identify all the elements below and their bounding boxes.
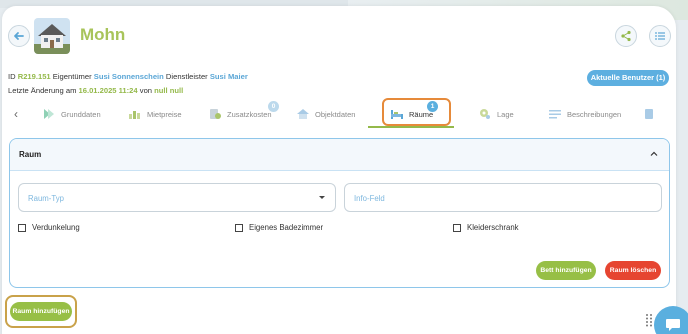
checkbox-box[interactable] bbox=[18, 223, 26, 232]
tab-objektdaten[interactable]: Objektdaten bbox=[296, 106, 355, 122]
objektdaten-icon bbox=[297, 109, 309, 119]
arrow-left-icon bbox=[14, 32, 24, 40]
provider-label: Dienstleister bbox=[165, 72, 208, 81]
owner-label: Eigentümer bbox=[52, 72, 92, 81]
provider-value[interactable]: Susi Maier bbox=[210, 72, 248, 81]
id-value: R219.151 bbox=[17, 72, 51, 81]
add-room-highlight: Raum hinzufügen bbox=[5, 295, 77, 328]
owner-value[interactable]: Susi Sonnenschein bbox=[94, 72, 164, 81]
info-field-input[interactable]: Info-Feld bbox=[344, 183, 662, 212]
add-room-button[interactable]: Raum hinzufügen bbox=[10, 302, 72, 321]
checkbox-box[interactable] bbox=[235, 223, 243, 232]
share-icon bbox=[621, 30, 631, 42]
beschreibungen-icon bbox=[549, 110, 561, 119]
by-value: null null bbox=[154, 86, 184, 95]
by-label: von bbox=[139, 86, 153, 95]
back-button[interactable] bbox=[8, 25, 30, 47]
tab-mietpreise[interactable]: Mietpreise bbox=[128, 106, 182, 122]
current-users-button[interactable]: Aktuelle Benutzer (1) bbox=[587, 70, 669, 86]
add-bed-button[interactable]: Bett hinzufügen bbox=[536, 261, 596, 280]
tab-bar: Grunddaten Mietpreise Zusatzkosten 0 Obj… bbox=[8, 100, 670, 128]
drag-handle-icon[interactable] bbox=[645, 313, 653, 327]
room-type-select[interactable]: Raum-Typ bbox=[18, 183, 336, 212]
checkbox-verdunkelung[interactable]: Verdunkelung bbox=[18, 223, 80, 232]
room-panel: Raum Raum-Typ Info-Feld Verdunkelung Eig… bbox=[9, 138, 670, 288]
info-field-placeholder: Info-Feld bbox=[354, 194, 385, 203]
last-change-value: 16.01.2025 11:24 bbox=[78, 86, 138, 95]
list-button[interactable] bbox=[649, 25, 671, 47]
checkbox-eigenes-badezimmer[interactable]: Eigenes Badezimmer bbox=[235, 223, 323, 232]
list-icon bbox=[655, 32, 665, 40]
active-tab-indicator bbox=[368, 126, 454, 128]
chevron-up-icon[interactable] bbox=[649, 149, 659, 159]
grunddaten-icon bbox=[44, 109, 54, 119]
chat-icon bbox=[666, 319, 680, 331]
zusatzkosten-icon bbox=[210, 109, 221, 119]
last-change-meta: Letzte Änderung am 16.01.2025 11:24 von … bbox=[8, 86, 183, 95]
room-type-placeholder: Raum-Typ bbox=[28, 194, 64, 203]
tab-lage[interactable]: Lage bbox=[478, 106, 514, 122]
tab-beschreibungen[interactable]: Beschreibungen bbox=[548, 106, 621, 122]
page-title: Mohn bbox=[80, 25, 126, 44]
room-panel-title: Raum bbox=[19, 150, 42, 159]
chat-button[interactable] bbox=[654, 306, 688, 334]
last-change-label: Letzte Änderung am bbox=[8, 86, 77, 95]
id-label: ID bbox=[8, 72, 16, 81]
tab-zusatzkosten[interactable]: Zusatzkosten bbox=[208, 106, 272, 122]
caret-down-icon bbox=[319, 196, 325, 199]
checkbox-box[interactable] bbox=[453, 223, 461, 232]
share-button[interactable] bbox=[615, 25, 637, 47]
room-panel-header[interactable]: Raum bbox=[10, 139, 669, 171]
tab-raeume-highlight bbox=[382, 98, 451, 126]
delete-room-button[interactable]: Raum löschen bbox=[605, 261, 661, 280]
mietpreise-icon bbox=[129, 111, 140, 119]
property-thumbnail bbox=[34, 18, 70, 54]
checkbox-kleiderschrank[interactable]: Kleiderschrank bbox=[453, 223, 519, 232]
property-meta: ID R219.151 Eigentümer Susi Sonnenschein… bbox=[8, 72, 248, 81]
location-icon bbox=[480, 109, 490, 119]
tab-grunddaten[interactable]: Grunddaten bbox=[42, 106, 101, 122]
tab-more-icon[interactable] bbox=[644, 106, 654, 122]
zusatzkosten-badge: 0 bbox=[268, 101, 279, 112]
